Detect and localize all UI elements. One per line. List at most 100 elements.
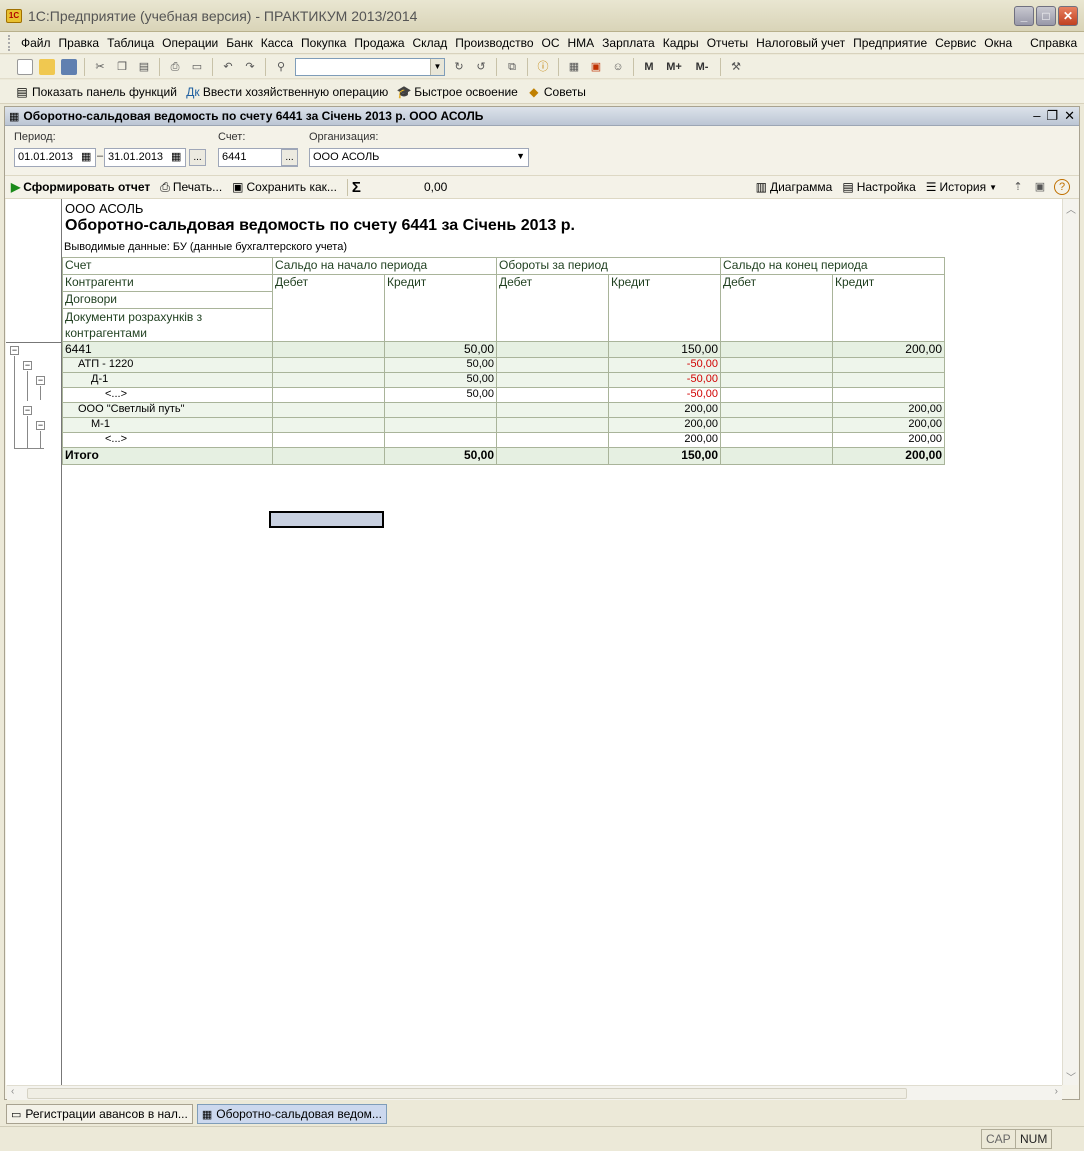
calendar-from-icon[interactable]: ▦ <box>81 150 91 163</box>
vertical-scrollbar[interactable]: ︿ ﹀ <box>1062 199 1078 1085</box>
table-row[interactable]: Д-1 50,00 -50,00 <box>62 372 945 388</box>
undo-icon[interactable]: ↶ <box>220 59 236 75</box>
memory-plus-button[interactable]: M+ <box>663 59 685 75</box>
settings-button[interactable]: ▤ Настройка <box>842 180 915 194</box>
menu-hr[interactable]: Кадры <box>659 36 703 50</box>
maximize-button[interactable]: □ <box>1036 6 1056 26</box>
history-button[interactable]: ☰ История ▼ <box>926 180 997 194</box>
save-settings-icon[interactable]: ▣ <box>1032 179 1048 195</box>
menu-windows[interactable]: Окна <box>980 36 1016 50</box>
total-row[interactable]: Итого 50,00 150,00 200,00 <box>62 447 945 465</box>
menu-reports[interactable]: Отчеты <box>703 36 752 50</box>
menu-grip <box>8 34 11 51</box>
doc-minimize-button[interactable]: – <box>1033 108 1040 124</box>
collapse-toggle-6441[interactable]: − <box>10 346 19 355</box>
menu-enterprise[interactable]: Предприятие <box>849 36 931 50</box>
help-icon[interactable]: ? <box>1054 179 1070 195</box>
paste-icon[interactable]: ▤ <box>136 59 152 75</box>
table-row[interactable]: 6441 50,00 150,00 200,00 <box>62 341 945 358</box>
print-button[interactable]: ⎙ Печать... <box>160 180 222 195</box>
menu-production[interactable]: Производство <box>451 36 537 50</box>
table-row[interactable]: М-1 200,00 200,00 <box>62 417 945 433</box>
enter-operation-button[interactable]: Дк Ввести хозяйственную операцию <box>185 84 388 100</box>
menu-bar: Файл Правка Таблица Операции Банк Касса … <box>0 32 1084 54</box>
memory-m-button[interactable]: M <box>641 59 657 75</box>
save-icon[interactable] <box>61 58 77 75</box>
scroll-up-icon[interactable]: ︿ <box>1064 201 1078 216</box>
menu-intangibles[interactable]: НМА <box>564 36 599 50</box>
menu-sales[interactable]: Продажа <box>350 36 408 50</box>
calculator-icon[interactable]: ▦ <box>566 59 582 75</box>
status-bar: CAP NUM <box>0 1126 1084 1151</box>
menu-help[interactable]: Справка <box>1026 36 1081 50</box>
print-icon[interactable]: ⎙ <box>167 59 183 75</box>
tools-icon[interactable]: ⚒ <box>728 59 744 75</box>
report-window-title: Оборотно-сальдовая ведомость по счету 64… <box>23 109 484 123</box>
organization-select[interactable]: ООО АСОЛЬ ▼ <box>309 148 529 167</box>
diagram-button[interactable]: ▥ Диаграмма <box>756 180 833 194</box>
preview-icon[interactable]: ▭ <box>189 59 205 75</box>
table-row[interactable]: <...> 50,00 -50,00 <box>62 387 945 403</box>
header-turnover: Обороты за период <box>496 257 721 275</box>
collapse-toggle-m1[interactable]: − <box>36 421 45 430</box>
users-icon[interactable]: ☺ <box>610 59 626 75</box>
period-select-button[interactable]: ... <box>189 149 206 166</box>
table-row[interactable]: АТП - 1220 50,00 -50,00 <box>62 357 945 373</box>
selected-cell[interactable] <box>269 511 384 528</box>
copy-icon[interactable]: ❐ <box>114 59 130 75</box>
find-prev-icon[interactable]: ↺ <box>473 59 489 75</box>
horizontal-scroll-thumb[interactable] <box>27 1088 907 1099</box>
menu-cash[interactable]: Касса <box>257 36 297 50</box>
info-icon[interactable]: ⓘ <box>535 59 551 75</box>
quick-learn-button[interactable]: 🎓 Быстрое освоение <box>396 84 518 100</box>
menu-operations[interactable]: Операции <box>158 36 222 50</box>
menu-table[interactable]: Таблица <box>103 36 158 50</box>
scroll-left-icon[interactable]: ‹ <box>11 1086 14 1097</box>
table-row[interactable]: ООО "Светлый путь" 200,00 200,00 <box>62 402 945 418</box>
chevron-down-icon[interactable]: ▼ <box>430 58 444 75</box>
scroll-right-icon[interactable]: › <box>1055 1086 1058 1097</box>
menu-edit[interactable]: Правка <box>55 36 104 50</box>
menu-service[interactable]: Сервис <box>931 36 980 50</box>
calendar-icon[interactable]: ▣ <box>588 59 604 75</box>
windows-icon[interactable]: ⧉ <box>504 59 520 75</box>
doc-restore-button[interactable]: ❐ <box>1046 108 1058 124</box>
report-sheet[interactable]: ООО АСОЛЬ Оборотно-сальдовая ведомость п… <box>6 199 1062 1085</box>
open-icon[interactable] <box>39 58 55 75</box>
save-as-button[interactable]: ▣ Сохранить как... <box>232 180 337 194</box>
calendar-to-icon[interactable]: ▦ <box>171 150 181 163</box>
menu-tax[interactable]: Налоговый учет <box>752 36 849 50</box>
account-select-button[interactable]: ... <box>281 149 298 166</box>
task-advance-registration[interactable]: ▭ Регистрации авансов в нал... <box>6 1104 193 1124</box>
show-panel-button[interactable]: ▤ Показать панель функций <box>14 84 177 100</box>
memory-minus-button[interactable]: M- <box>691 59 713 75</box>
redo-icon[interactable]: ↷ <box>242 59 258 75</box>
menu-fixed-assets[interactable]: ОС <box>538 36 564 50</box>
doc-close-button[interactable]: ✕ <box>1064 108 1075 124</box>
menu-purchase[interactable]: Покупка <box>297 36 350 50</box>
table-row[interactable]: <...> 200,00 200,00 <box>62 432 945 448</box>
header-counterparties: Контрагенти <box>62 274 273 292</box>
chevron-down-icon[interactable]: ▼ <box>516 151 525 161</box>
generate-report-button[interactable]: ▶ Сформировать отчет <box>11 180 150 194</box>
task-turnover-sheet[interactable]: ▦ Оборотно-сальдовая ведом... <box>196 1104 387 1124</box>
find-icon[interactable]: ⚲ <box>273 59 289 75</box>
cut-icon[interactable]: ✂ <box>92 59 108 75</box>
header-documents: Документи розрахунків з контрагентами <box>62 308 273 342</box>
menu-salary[interactable]: Зарплата <box>598 36 659 50</box>
tips-button[interactable]: ◆ Советы <box>526 84 586 100</box>
minimize-button[interactable]: _ <box>1014 6 1034 26</box>
horizontal-scrollbar[interactable]: ‹ › <box>7 1085 1062 1100</box>
menu-warehouse[interactable]: Склад <box>409 36 452 50</box>
collapse-toggle-svetly-put[interactable]: − <box>23 406 32 415</box>
menu-file[interactable]: Файл <box>17 36 55 50</box>
export-icon[interactable]: ⇡ <box>1010 179 1026 195</box>
scroll-down-icon[interactable]: ﹀ <box>1064 1069 1078 1084</box>
collapse-toggle-atp[interactable]: − <box>23 361 32 370</box>
new-icon[interactable] <box>17 58 33 75</box>
close-button[interactable]: ✕ <box>1058 6 1078 26</box>
collapse-toggle-d1[interactable]: − <box>36 376 45 385</box>
find-next-icon[interactable]: ↻ <box>451 59 467 75</box>
search-input[interactable]: ▼ <box>295 57 445 76</box>
menu-bank[interactable]: Банк <box>222 36 256 50</box>
